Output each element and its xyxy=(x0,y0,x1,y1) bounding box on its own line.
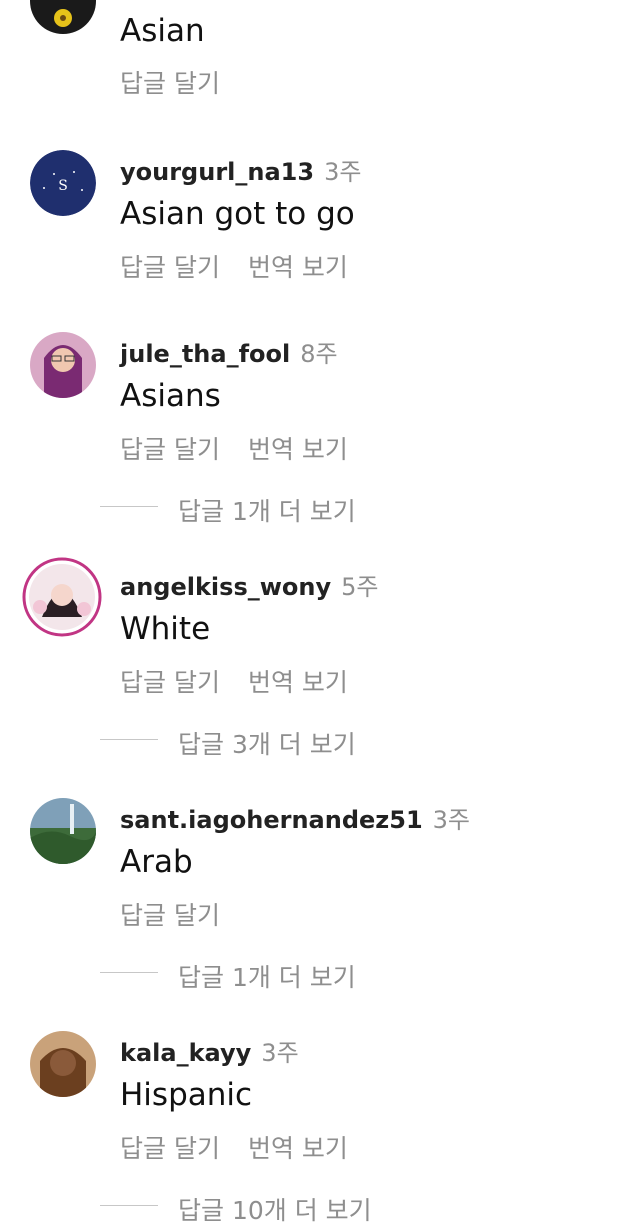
view-more-replies-label: 답글 10개 더 보기 xyxy=(178,1196,372,1225)
username[interactable]: sant.iagohernandez51 xyxy=(120,806,423,834)
avatar[interactable] xyxy=(30,332,96,398)
divider xyxy=(100,1205,158,1206)
translate-button[interactable]: 번역 보기 xyxy=(248,668,348,697)
comment-actions: 답글 달기 xyxy=(120,64,220,100)
divider xyxy=(100,506,158,507)
comment-text: Arab xyxy=(120,844,193,880)
divider xyxy=(100,739,158,740)
comment-text: Asian xyxy=(120,13,205,49)
username[interactable]: jule_tha_fool xyxy=(120,340,290,368)
comment-text: Hispanic xyxy=(120,1077,253,1113)
comment-header: jule_tha_fool 8주 xyxy=(120,334,338,369)
translate-button[interactable]: 번역 보기 xyxy=(248,253,348,282)
avatar-story-ring[interactable] xyxy=(22,557,102,637)
comment-text: Asians xyxy=(120,378,221,414)
reply-button[interactable]: 답글 달기 xyxy=(120,435,220,464)
comment-actions: 답글 달기 번역 보기 xyxy=(120,248,348,284)
avatar[interactable] xyxy=(30,0,96,34)
view-more-replies-label: 답글 1개 더 보기 xyxy=(178,963,356,992)
avatar[interactable] xyxy=(30,1031,96,1097)
divider xyxy=(100,972,158,973)
avatar[interactable]: S xyxy=(30,150,96,216)
avatar[interactable] xyxy=(30,798,96,864)
comment-text: Asian got to go xyxy=(120,196,355,232)
username[interactable]: angelkiss_wony xyxy=(120,573,331,601)
timestamp: 5주 xyxy=(341,573,379,601)
comment-header: sant.iagohernandez51 3주 xyxy=(120,800,470,835)
comment-actions: 답글 달기 번역 보기 xyxy=(120,1129,348,1165)
translate-button[interactable]: 번역 보기 xyxy=(248,435,348,464)
comment-actions: 답글 달기 번역 보기 xyxy=(120,430,348,466)
comment-header: kala_kayy 3주 xyxy=(120,1033,299,1068)
username[interactable]: kala_kayy xyxy=(120,1039,251,1067)
comment-header: angelkiss_wony 5주 xyxy=(120,567,378,602)
view-more-replies-label: 답글 1개 더 보기 xyxy=(178,497,356,526)
comment-actions: 답글 달기 xyxy=(120,896,220,932)
translate-button[interactable]: 번역 보기 xyxy=(248,1134,348,1163)
timestamp: 3주 xyxy=(324,158,362,186)
view-more-replies-label: 답글 3개 더 보기 xyxy=(178,730,356,759)
reply-button[interactable]: 답글 달기 xyxy=(120,1134,220,1163)
comment-text: White xyxy=(120,611,211,647)
comment-header: yourgurl_na13 3주 xyxy=(120,152,361,187)
reply-button[interactable]: 답글 달기 xyxy=(120,69,220,98)
reply-button[interactable]: 답글 달기 xyxy=(120,253,220,282)
timestamp: 8주 xyxy=(300,340,338,368)
reply-button[interactable]: 답글 달기 xyxy=(120,901,220,930)
comment-actions: 답글 달기 번역 보기 xyxy=(120,663,348,699)
reply-button[interactable]: 답글 달기 xyxy=(120,668,220,697)
timestamp: 3주 xyxy=(432,806,470,834)
timestamp: 3주 xyxy=(261,1039,299,1067)
svg-text:S: S xyxy=(58,178,68,194)
username[interactable]: yourgurl_na13 xyxy=(120,158,314,186)
